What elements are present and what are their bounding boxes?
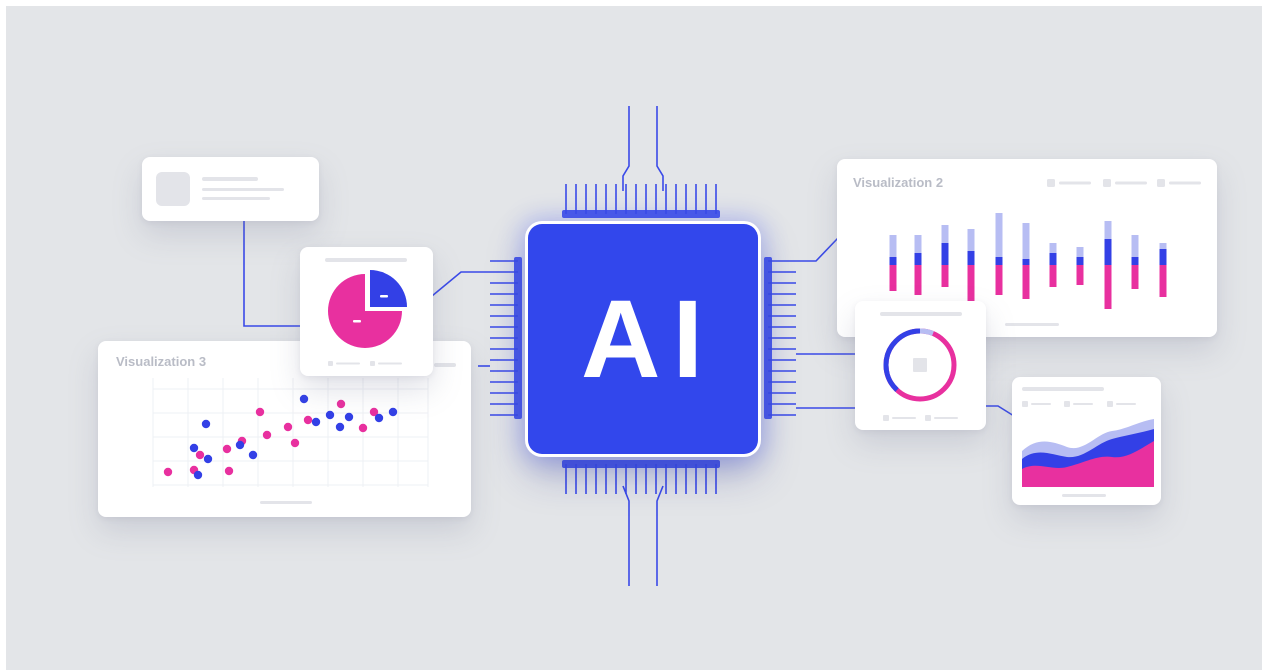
bar-glyph bbox=[1131, 235, 1139, 257]
bar-glyph bbox=[889, 257, 897, 265]
ai-chip: AI bbox=[528, 224, 758, 454]
bar-glyph bbox=[995, 257, 1003, 265]
bar-glyph bbox=[1159, 249, 1167, 265]
bar-glyph bbox=[1104, 221, 1112, 239]
bar-glyph bbox=[1049, 243, 1057, 253]
donut-chart-card bbox=[855, 301, 986, 430]
bar-glyph bbox=[1049, 253, 1057, 265]
bar-glyph bbox=[1159, 265, 1167, 297]
bar-glyph bbox=[1022, 223, 1030, 259]
donut-chart-icon bbox=[880, 312, 962, 421]
pie-chart-card bbox=[300, 247, 433, 376]
bar-glyph bbox=[1049, 265, 1057, 287]
avatar-placeholder-icon bbox=[156, 172, 190, 206]
bar-glyph bbox=[967, 251, 975, 265]
pie-chart-icon bbox=[325, 258, 407, 366]
bar-glyph bbox=[1022, 265, 1030, 299]
bar-glyph bbox=[941, 225, 949, 243]
bar-glyph bbox=[1104, 265, 1112, 309]
bar-glyph bbox=[1104, 239, 1112, 265]
bar-glyph bbox=[889, 265, 897, 291]
bar-glyph bbox=[1076, 265, 1084, 285]
bar-glyph bbox=[1076, 247, 1084, 257]
bar-glyph bbox=[914, 235, 922, 253]
bar-glyph bbox=[1131, 265, 1139, 289]
bar-glyph bbox=[1022, 259, 1030, 265]
bar-glyph bbox=[889, 235, 897, 257]
bar-glyph bbox=[967, 229, 975, 251]
bar-glyph bbox=[941, 265, 949, 287]
area-chart-icon bbox=[1022, 387, 1154, 497]
bar-glyph bbox=[914, 253, 922, 265]
bar-glyph bbox=[1131, 257, 1139, 265]
bar-glyph bbox=[995, 213, 1003, 257]
bar-glyph bbox=[1159, 243, 1167, 249]
ai-chip-label: AI bbox=[581, 277, 715, 401]
bar-glyph bbox=[995, 265, 1003, 295]
bar-glyph bbox=[914, 265, 922, 295]
area-chart-card bbox=[1012, 377, 1161, 505]
bar-glyph bbox=[941, 243, 949, 265]
illustration-canvas: Visualization 3 AI Visualization 2 bbox=[6, 6, 1262, 670]
profile-card bbox=[142, 157, 319, 221]
bar-glyph bbox=[1076, 257, 1084, 265]
